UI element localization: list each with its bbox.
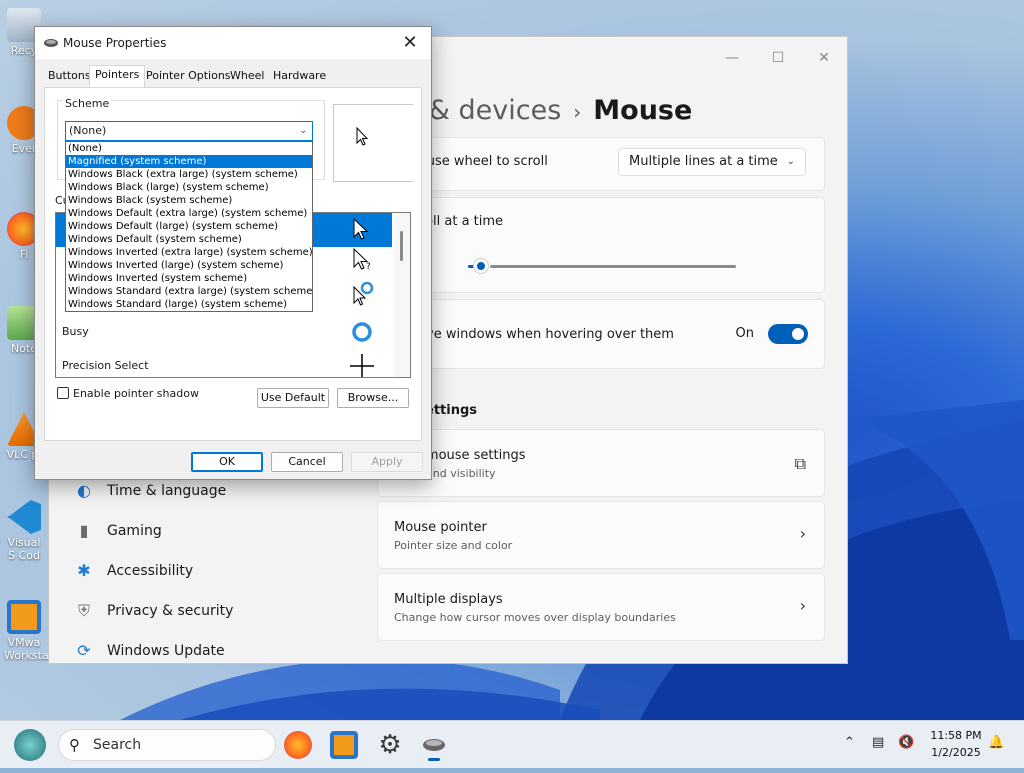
scheme-option[interactable]: Windows Black (large) (system scheme) [66, 181, 312, 194]
tab-hardware[interactable]: Hardware [268, 67, 331, 87]
crosshair-cursor-icon [350, 354, 374, 377]
cursor-list-scrollbar[interactable] [394, 213, 410, 377]
scroll-inactive-label: nactive windows when hovering over them [394, 327, 674, 342]
scrollbar-thumb[interactable] [400, 231, 403, 261]
desktop-icon-vscode[interactable]: Visual S Cod [4, 500, 44, 562]
maximize-button[interactable]: ☐ [755, 43, 801, 73]
tab-pointer-options[interactable]: Pointer Options [141, 67, 236, 87]
clock-time: 11:58 PM [930, 729, 982, 742]
update-icon: ⟳ [77, 641, 91, 660]
taskbar-vmware-icon[interactable] [330, 731, 358, 759]
scheme-option[interactable]: Windows Black (extra large) (system sche… [66, 168, 312, 181]
cancel-button[interactable]: Cancel [271, 452, 343, 472]
volume-muted-icon[interactable]: 🔇 [898, 735, 914, 750]
scroll-mode-dropdown[interactable]: Multiple lines at a time ⌄ [618, 148, 806, 176]
search-icon: ⚲ [69, 736, 80, 754]
scheme-option[interactable]: (None) [66, 142, 312, 155]
use-default-button[interactable]: Use Default [257, 388, 329, 408]
apply-button[interactable]: Apply [351, 452, 423, 472]
taskbar-clock[interactable]: 11:58 PM 1/2/2025 [924, 727, 988, 761]
chevron-right-icon: › [799, 596, 806, 615]
cursor-row-busy[interactable]: Busy [56, 315, 392, 349]
scheme-option[interactable]: Windows Inverted (extra large) (system s… [66, 246, 312, 259]
checkbox-box[interactable] [57, 387, 69, 399]
related-settings-heading: ettings [425, 403, 477, 418]
mouse-icon [423, 739, 445, 761]
taskbar-mouse-properties-icon[interactable] [418, 729, 450, 761]
shield-icon: ⛨ [77, 601, 90, 620]
chevron-down-icon: ⌄ [786, 156, 795, 167]
clock-date: 1/2/2025 [931, 746, 981, 759]
lines-slider-track[interactable] [490, 265, 736, 268]
scroll-mode-card: e mouse wheel to scroll Multiple lines a… [377, 137, 825, 191]
scheme-option[interactable]: Windows Default (extra large) (system sc… [66, 207, 312, 220]
arrow-cursor-preview-icon [356, 127, 369, 146]
taskbar-settings-gear-icon[interactable]: ⚙ [374, 729, 406, 761]
tab-buttons[interactable]: Buttons [43, 67, 96, 87]
mouse-icon [44, 39, 58, 47]
show-hidden-icons-chevron-up-icon[interactable]: ⌃ [844, 735, 855, 750]
busy-cursor-icon [352, 322, 372, 342]
globe-clock-icon: ◐ [77, 481, 91, 500]
network-icon[interactable]: ▤ [872, 735, 884, 750]
close-icon[interactable]: ✕ [395, 30, 425, 56]
pointer-preview [333, 104, 413, 182]
scheme-option[interactable]: Windows Inverted (large) (system scheme) [66, 259, 312, 272]
start-button[interactable] [14, 729, 46, 761]
related-additional-mouse-settings[interactable]: onal mouse settings icons and visibility… [377, 429, 825, 497]
gamepad-icon: ▮ [79, 521, 89, 540]
breadcrumb-separator: › [573, 100, 582, 124]
minimize-button[interactable]: — [709, 43, 755, 73]
taskbar: ⚲ Search ⚙ ⌃ ▤ 🔇 11:58 PM 1/2/2025 🔔 [0, 720, 1024, 768]
breadcrumb-current: Mouse [593, 95, 693, 126]
working-cursor-icon [353, 281, 374, 306]
lines-slider-thumb[interactable] [474, 259, 489, 273]
dialog-title: Mouse Properties [63, 36, 167, 50]
enable-pointer-shadow-checkbox[interactable]: Enable pointer shadow [57, 387, 199, 400]
nav-windows-update[interactable]: ⟳ Windows Update [73, 633, 353, 663]
notification-bell-icon[interactable]: 🔔 [988, 735, 1004, 750]
taskbar-search[interactable]: ⚲ Search [58, 729, 276, 761]
tab-wheel[interactable]: Wheel [225, 67, 269, 87]
svg-text:?: ? [366, 262, 371, 272]
scheme-option[interactable]: Windows Standard (large) (system scheme) [66, 298, 312, 311]
related-mouse-pointer[interactable]: Mouse pointer Pointer size and color › [377, 501, 825, 569]
help-cursor-icon: ? [353, 247, 371, 272]
mouse-properties-dialog: Mouse Properties ✕ Buttons Pointers Poin… [34, 26, 432, 480]
vscode-icon [7, 500, 41, 534]
nav-privacy-security[interactable]: ⛨ Privacy & security [73, 593, 353, 629]
chevron-down-icon: ⌄ [299, 126, 307, 136]
scroll-inactive-card: nactive windows when hovering over them … [377, 299, 825, 369]
taskbar-firefox-icon[interactable] [284, 731, 312, 759]
scroll-inactive-toggle[interactable] [768, 324, 808, 344]
related-multiple-displays[interactable]: Multiple displays Change how cursor move… [377, 573, 825, 641]
scheme-option[interactable]: Windows Default (large) (system scheme) [66, 220, 312, 233]
lines-to-scroll-card: o scroll at a time [377, 197, 825, 293]
toggle-state-label: On [735, 326, 754, 341]
scheme-option[interactable]: Windows Black (system scheme) [66, 194, 312, 207]
scheme-option-highlighted[interactable]: Magnified (system scheme) [66, 155, 312, 168]
vmware-icon [7, 600, 41, 634]
nav-gaming[interactable]: ▮ Gaming [73, 513, 353, 549]
nav-accessibility[interactable]: ✱ Accessibility [73, 553, 353, 589]
scheme-option[interactable]: Windows Standard (extra large) (system s… [66, 285, 312, 298]
scheme-combobox[interactable]: (None) ⌄ [65, 121, 313, 141]
scheme-option[interactable]: Windows Inverted (system scheme) [66, 272, 312, 285]
open-external-icon: ⧉ [794, 454, 806, 473]
close-button[interactable]: ✕ [801, 43, 847, 73]
browse-button[interactable]: Browse... [337, 388, 409, 408]
ok-button[interactable]: OK [191, 452, 263, 472]
dialog-titlebar[interactable]: Mouse Properties ✕ [35, 27, 431, 59]
accessibility-icon: ✱ [77, 561, 91, 580]
scheme-option[interactable]: Windows Default (system scheme) [66, 233, 312, 246]
tab-pointers[interactable]: Pointers [89, 65, 146, 87]
scheme-dropdown-list[interactable]: (None) Magnified (system scheme) Windows… [65, 141, 313, 312]
cursor-row-precision-select[interactable]: Precision Select [56, 349, 392, 377]
chevron-right-icon: › [799, 524, 806, 543]
arrow-cursor-icon [353, 217, 369, 240]
scheme-label: Scheme [63, 97, 112, 110]
desktop-icon-vmware[interactable]: VMwa Workstati [4, 600, 56, 662]
